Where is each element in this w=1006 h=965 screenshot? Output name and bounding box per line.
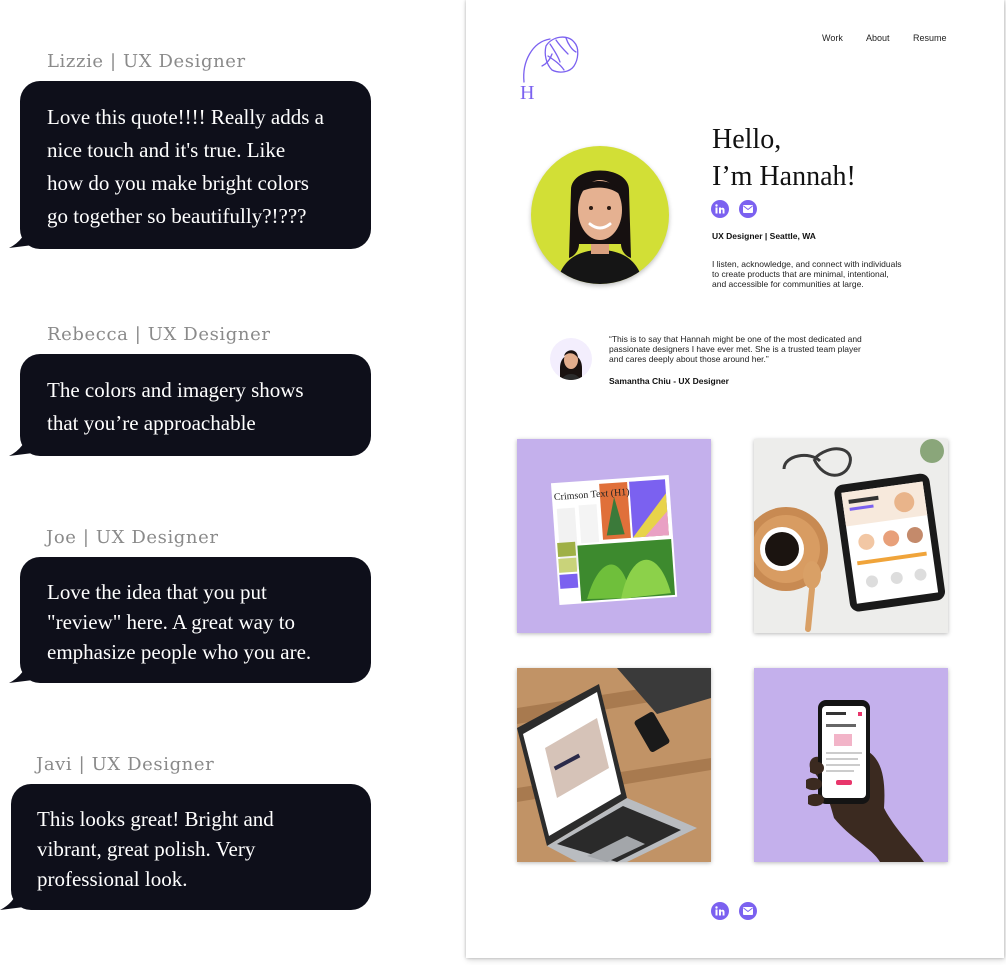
footer-linkedin-icon[interactable] xyxy=(711,902,729,920)
project-card-laptop-site[interactable] xyxy=(517,668,711,862)
role-location: UX Designer | Seattle, WA xyxy=(712,231,816,241)
feedback-author: Rebecca | UX Designer xyxy=(47,324,271,345)
nav-work[interactable]: Work xyxy=(822,33,843,43)
project-card-mobile-app[interactable] xyxy=(754,668,948,862)
footer-mail-icon[interactable] xyxy=(739,902,757,920)
greeting-name: I’m Hannah! xyxy=(712,161,856,192)
testimonial-avatar xyxy=(550,338,592,380)
feedback-author: Lizzie | UX Designer xyxy=(47,51,246,72)
feedback-author: Javi | UX Designer xyxy=(36,754,215,775)
portfolio-page: H Work About Resume Hello, I’m Hannah! U… xyxy=(466,0,1004,958)
logo-letter: H xyxy=(520,82,535,104)
testimonial-quote: “This is to say that Hannah might be one… xyxy=(609,334,862,364)
site-logo[interactable]: H xyxy=(516,32,586,109)
testimonial-author: Samantha Chiu - UX Designer xyxy=(609,376,729,386)
mail-icon[interactable] xyxy=(739,200,757,218)
project-card-tablet-app[interactable] xyxy=(754,439,948,633)
project-card-style-guide[interactable]: Crimson Text (H1) xyxy=(517,439,711,633)
feedback-bubble: This looks great! Bright and vibrant, gr… xyxy=(11,784,371,910)
greeting-hello: Hello, xyxy=(712,124,782,155)
linkedin-icon[interactable] xyxy=(711,200,729,218)
feedback-author: Joe | UX Designer xyxy=(46,527,219,548)
nav-resume[interactable]: Resume xyxy=(913,33,947,43)
feedback-bubble: Love this quote!!!! Really adds a nice t… xyxy=(20,81,371,249)
profile-photo xyxy=(531,146,669,284)
bio-text: I listen, acknowledge, and connect with … xyxy=(712,259,902,289)
nav-about[interactable]: About xyxy=(866,33,890,43)
feedback-bubble: Love the idea that you put "review" here… xyxy=(20,557,371,683)
feedback-bubble: The colors and imagery shows that you’re… xyxy=(20,354,371,456)
